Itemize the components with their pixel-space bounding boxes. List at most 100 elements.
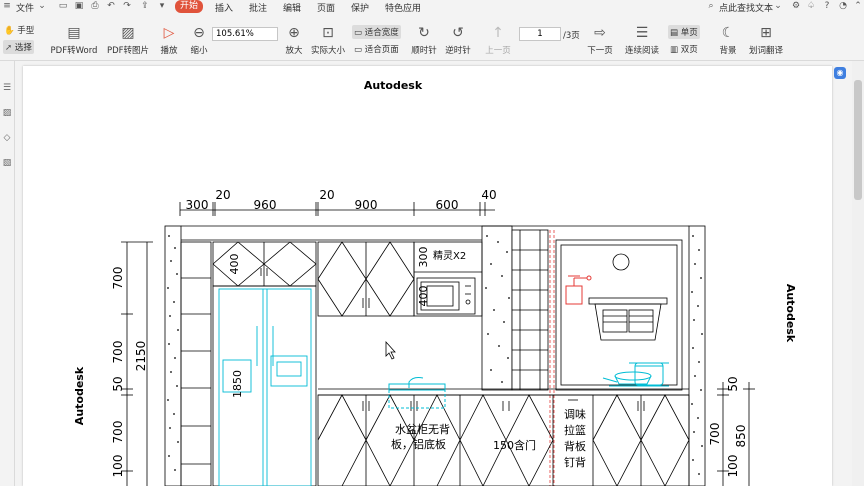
gear-icon[interactable]: ⚙	[791, 1, 801, 11]
zoom-in-button[interactable]: ⊕ 放大	[282, 24, 306, 56]
gas-meter	[565, 275, 592, 305]
file-menu[interactable]: 文件	[16, 1, 34, 14]
select-tool-button[interactable]: ➚ 选择	[3, 40, 34, 54]
dim-right-850: 850	[734, 425, 748, 448]
actual-size-button[interactable]: ⊡ 实际大小	[310, 24, 346, 56]
tab-annotate[interactable]: 批注	[249, 1, 267, 14]
tab-protect[interactable]: 保护	[351, 1, 369, 14]
bookmark-icon[interactable]: ◇	[2, 133, 12, 143]
hand-icon: ✋	[4, 26, 15, 36]
next-page-button[interactable]: ⇨ 下一页	[586, 24, 614, 56]
zoom-out-label: 缩小	[190, 46, 208, 56]
fit-page-label: 适合页面	[364, 45, 399, 55]
share-icon[interactable]: ⇪	[140, 1, 150, 11]
assistant-float-button[interactable]: ◉	[834, 67, 846, 79]
label-sink-line1: 水盆柜无背	[395, 422, 450, 436]
brick-column	[511, 229, 549, 391]
label-spice-1: 调味	[564, 408, 586, 421]
attachment-icon[interactable]: ▧	[2, 158, 12, 168]
actual-size-icon: ⊡	[322, 25, 334, 41]
translate-icon: ⊞	[760, 25, 772, 41]
mouse-cursor-icon	[385, 340, 396, 360]
continuous-read-button[interactable]: ☰ 连续阅读	[624, 24, 660, 56]
dim-left-700c: 700	[111, 421, 125, 444]
fit-page-button[interactable]: ▭ 适合页面	[352, 42, 401, 56]
help-icon[interactable]: ?	[822, 1, 832, 11]
dim-inner-400a: 400	[228, 254, 241, 275]
open-icon[interactable]: ▭	[58, 1, 68, 11]
chevron-down-icon[interactable]: ⌄	[37, 1, 47, 11]
label-spice-2: 拉篮	[564, 423, 586, 437]
zoom-level-input[interactable]	[212, 27, 278, 41]
single-page-button[interactable]: ▤ 单页	[668, 25, 700, 39]
label-spice-4: 钉背	[564, 455, 586, 469]
tab-start[interactable]: 开始	[175, 0, 203, 13]
tab-insert[interactable]: 插入	[215, 1, 233, 14]
chevron-down-icon[interactable]: ⌄	[773, 1, 783, 11]
tab-edit[interactable]: 编辑	[283, 1, 301, 14]
dim-left-700a: 700	[111, 267, 125, 290]
cursor-icon: ➚	[5, 43, 13, 53]
zoom-out-icon: ⊖	[193, 25, 205, 41]
image-icon[interactable]: ▨	[2, 108, 12, 118]
double-page-button[interactable]: ▥ 双页	[668, 42, 700, 56]
background-button[interactable]: ☾ 背景	[714, 24, 742, 56]
translate-label: 划词翻译	[748, 46, 783, 56]
chevron-up-icon[interactable]: ⌃	[853, 1, 863, 11]
tab-page[interactable]: 页面	[317, 1, 335, 14]
background-label: 背景	[719, 46, 737, 56]
dim-20a: 20	[215, 188, 230, 202]
fit-width-icon: ▭	[354, 28, 363, 38]
range-hood	[588, 297, 668, 341]
arrow-right-icon: ⇨	[594, 25, 606, 41]
pdf-to-word-button[interactable]: ▤ PDF转Word	[50, 24, 98, 56]
translate-button[interactable]: ⊞ 划词翻译	[748, 24, 784, 56]
scrollbar-thumb[interactable]	[854, 80, 862, 200]
thumbnails-icon[interactable]: ☰	[2, 83, 12, 93]
continuous-icon: ☰	[635, 25, 649, 41]
actual-size-label: 实际大小	[310, 46, 345, 56]
page-total: /3页	[563, 31, 580, 41]
double-page-label: 双页	[680, 45, 698, 55]
dim-left-100: 100	[111, 455, 125, 478]
search-text-button[interactable]: 点此查找文本	[719, 1, 773, 14]
undo-icon[interactable]: ↶	[106, 1, 116, 11]
pdf-word-label: PDF转Word	[50, 46, 98, 56]
hand-tool-button[interactable]: ✋ 手型	[4, 24, 34, 36]
pdf-to-image-button[interactable]: ▨ PDF转图片	[106, 24, 150, 56]
play-icon: ▷	[163, 25, 175, 41]
page-number-input[interactable]	[519, 27, 561, 41]
rotate-ccw-button[interactable]: ↺ 逆时针	[444, 24, 472, 56]
zoom-out-button[interactable]: ⊖ 缩小	[186, 24, 212, 56]
prev-page-button[interactable]: ↑ 上一页	[484, 24, 512, 56]
menu-icon[interactable]: ≡	[2, 1, 12, 11]
single-page-icon: ▤	[670, 28, 679, 38]
notification-icon[interactable]: ◔	[838, 1, 848, 11]
tab-features[interactable]: 特色应用	[385, 1, 421, 14]
dim-900: 900	[355, 198, 378, 212]
redo-icon[interactable]: ↷	[122, 1, 132, 11]
dim-inner-400b: 400	[417, 286, 430, 307]
dim-600: 600	[436, 198, 459, 212]
dim-inner-1850: 1850	[231, 370, 244, 398]
stove-cookware	[602, 362, 669, 387]
menu-bar: ≡ 文件 ⌄ ▭ ▣ ⎙ ↶ ↷ ⇪ ▾ 开始 插入 批注 编辑 页面 保护 特…	[0, 0, 864, 14]
hand-tool-label: 手型	[17, 26, 35, 36]
dim-left-2150: 2150	[134, 341, 148, 372]
print-icon[interactable]: ⎙	[90, 1, 100, 11]
rotate-ccw-icon: ↺	[452, 25, 464, 41]
save-icon[interactable]: ▣	[74, 1, 84, 11]
zoom-in-icon: ⊕	[288, 25, 300, 41]
skin-icon[interactable]: ♤	[806, 1, 816, 11]
pdf-image-label: PDF转图片	[106, 46, 150, 56]
select-tool-label: 选择	[14, 43, 32, 53]
fit-width-button[interactable]: ▭ 适合宽度	[352, 25, 401, 39]
rotate-cw-label: 顺时针	[411, 46, 437, 56]
search-icon[interactable]: ⌕	[706, 1, 716, 11]
wall-right	[688, 225, 706, 486]
rotate-cw-button[interactable]: ↻ 顺时针	[410, 24, 438, 56]
more-icon[interactable]: ▾	[157, 1, 167, 11]
pdf-word-icon: ▤	[67, 25, 81, 41]
fit-page-icon: ▭	[354, 45, 363, 55]
play-button[interactable]: ▷ 播放	[156, 24, 182, 56]
